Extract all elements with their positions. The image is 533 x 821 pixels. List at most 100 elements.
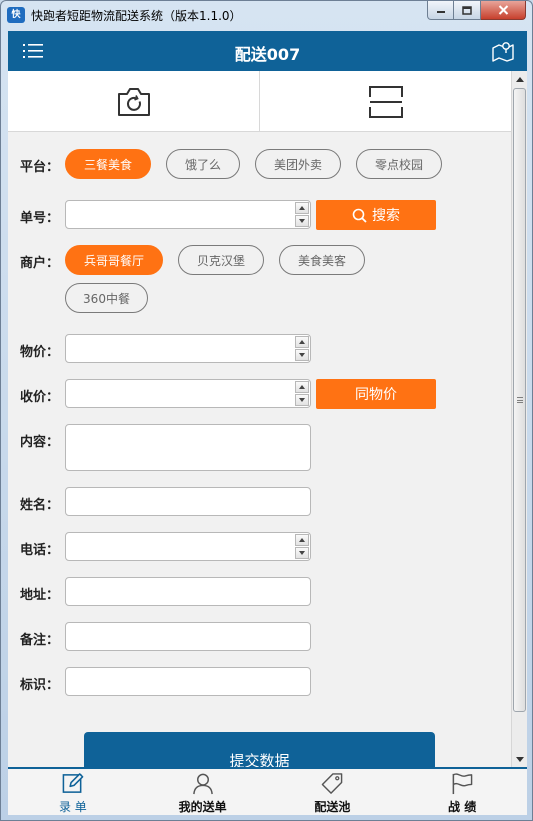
mark-label: 标识： <box>20 678 60 693</box>
mark-input[interactable] <box>66 668 310 695</box>
order-no-spinner <box>295 202 309 227</box>
maximize-button[interactable] <box>454 1 481 20</box>
order-no-field <box>65 200 311 229</box>
nav-item-delivery-pool[interactable]: 配送池 <box>268 769 398 815</box>
app-window: 快 快跑者短距物流配送系统（版本1.1.0） 配送007 平台： 三餐美食 饿了… <box>0 0 533 821</box>
address-label: 地址： <box>20 588 60 603</box>
charge-input[interactable] <box>66 380 294 407</box>
nav-label-my-deliveries: 我的送单 <box>178 800 227 814</box>
arrow-down-icon <box>299 219 305 223</box>
scan-button[interactable] <box>260 71 511 132</box>
grip-icon <box>516 397 523 403</box>
camera-button[interactable] <box>8 71 260 132</box>
arrow-up-icon <box>299 206 305 210</box>
search-icon <box>352 208 367 223</box>
price-field <box>65 334 311 363</box>
minimize-button[interactable] <box>427 1 454 20</box>
merchant-label: 商户： <box>20 256 60 271</box>
spin-up-button[interactable] <box>295 534 309 546</box>
nav-label-delivery-pool: 配送池 <box>314 800 351 814</box>
content-textarea[interactable] <box>66 425 310 470</box>
app-logo-icon: 快 <box>7 7 25 23</box>
merchant-option-0[interactable]: 兵哥哥餐厅 <box>65 245 163 275</box>
page-title: 配送007 <box>234 45 301 64</box>
price-input[interactable] <box>66 335 294 362</box>
spin-up-button[interactable] <box>295 336 309 348</box>
charge-label: 收价： <box>20 390 60 405</box>
close-icon <box>498 5 508 15</box>
scroll-up-icon <box>516 76 524 82</box>
note-field <box>65 622 311 651</box>
close-button[interactable] <box>481 1 526 20</box>
spin-down-button[interactable] <box>295 349 309 361</box>
window-controls <box>427 1 526 21</box>
bottom-nav: 录 单 我的送单 配送池 战 绩 <box>8 767 527 815</box>
tag-icon <box>322 773 343 794</box>
order-no-label: 单号： <box>20 211 60 226</box>
camera-icon <box>117 87 150 116</box>
same-as-price-button[interactable]: 同物价 <box>316 379 436 409</box>
charge-spinner <box>295 381 309 406</box>
content-label: 内容： <box>20 435 60 450</box>
charge-field <box>65 379 311 408</box>
mark-field <box>65 667 311 696</box>
search-button-label: 搜索 <box>372 208 400 224</box>
note-input[interactable] <box>66 623 310 650</box>
app-body: 配送007 平台： 三餐美食 饿了么 美团外卖 零点校园 单号： 搜索 商户： … <box>8 31 527 815</box>
submit-button[interactable]: 提交数据 <box>84 732 435 767</box>
edit-icon <box>62 773 84 793</box>
price-spinner <box>295 336 309 361</box>
arrow-down-icon <box>299 353 305 357</box>
window-title: 快跑者短距物流配送系统（版本1.1.0） <box>31 9 242 23</box>
scroll-down-button[interactable] <box>512 751 527 767</box>
vertical-scrollbar[interactable] <box>511 71 527 767</box>
address-input[interactable] <box>66 578 310 605</box>
app-header: 配送007 <box>8 31 527 71</box>
maximize-icon <box>462 5 472 15</box>
phone-label: 电话： <box>20 543 60 558</box>
spin-up-button[interactable] <box>295 381 309 393</box>
address-field <box>65 577 311 606</box>
window-titlebar[interactable]: 快 快跑者短距物流配送系统（版本1.1.0） <box>1 1 532 30</box>
search-button[interactable]: 搜索 <box>316 200 436 230</box>
platform-option-2[interactable]: 美团外卖 <box>255 149 341 179</box>
user-icon <box>192 773 213 795</box>
scroll-thumb[interactable] <box>513 88 526 712</box>
content-field <box>65 424 311 471</box>
name-label: 姓名： <box>20 498 60 513</box>
platform-label: 平台： <box>20 160 60 175</box>
nav-item-record-order[interactable]: 录 单 <box>8 769 138 815</box>
name-field <box>65 487 311 516</box>
spin-up-button[interactable] <box>295 202 309 214</box>
scroll-up-button[interactable] <box>512 71 527 87</box>
platform-option-0[interactable]: 三餐美食 <box>65 149 151 179</box>
arrow-up-icon <box>299 340 305 344</box>
phone-input[interactable] <box>66 533 294 560</box>
order-no-input[interactable] <box>66 201 294 228</box>
arrow-down-icon <box>299 398 305 402</box>
merchant-option-1[interactable]: 贝克汉堡 <box>178 245 264 275</box>
nav-item-my-deliveries[interactable]: 我的送单 <box>138 769 268 815</box>
merchant-option-2[interactable]: 美食美客 <box>279 245 365 275</box>
merchant-option-3[interactable]: 360中餐 <box>65 283 148 313</box>
platform-option-1[interactable]: 饿了么 <box>166 149 240 179</box>
nav-label-achievements: 战 绩 <box>448 800 477 814</box>
minimize-icon <box>436 11 445 13</box>
scan-toolbar <box>8 71 511 132</box>
arrow-up-icon <box>299 538 305 542</box>
spin-down-button[interactable] <box>295 215 309 227</box>
scroll-down-icon <box>516 756 524 762</box>
spin-down-button[interactable] <box>295 394 309 406</box>
map-location-icon[interactable] <box>491 40 515 62</box>
form-content: 平台： 三餐美食 饿了么 美团外卖 零点校园 单号： 搜索 商户： 兵哥哥餐厅 … <box>8 71 511 767</box>
nav-label-record-order: 录 单 <box>58 800 87 814</box>
platform-option-3[interactable]: 零点校园 <box>356 149 442 179</box>
flag-icon <box>452 773 473 795</box>
nav-item-achievements[interactable]: 战 绩 <box>397 769 527 815</box>
name-input[interactable] <box>66 488 310 515</box>
arrow-down-icon <box>299 551 305 555</box>
spin-down-button[interactable] <box>295 547 309 559</box>
phone-spinner <box>295 534 309 559</box>
phone-field <box>65 532 311 561</box>
arrow-up-icon <box>299 385 305 389</box>
